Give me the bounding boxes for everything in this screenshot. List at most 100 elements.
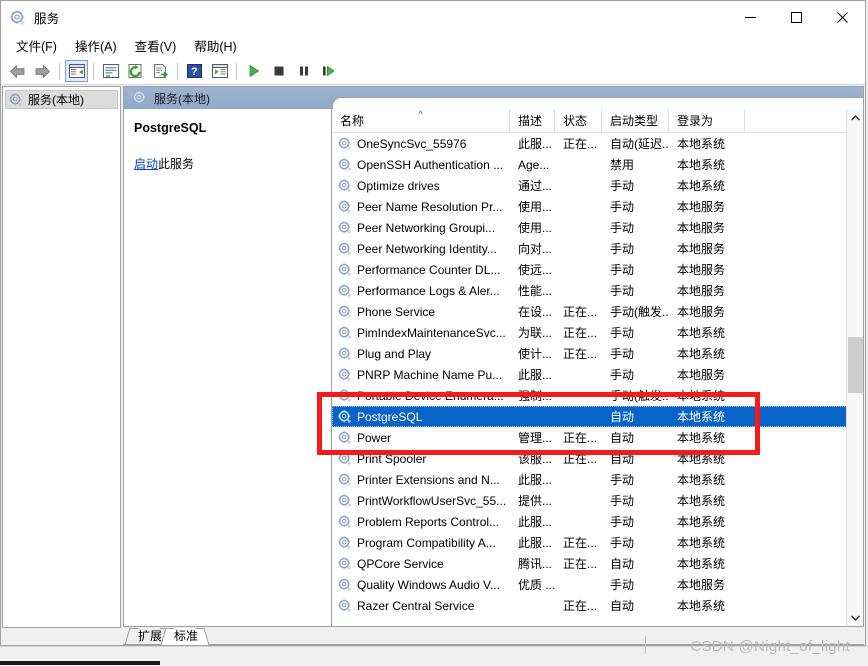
toolbar: ? [1,58,865,85]
show-hide-tree-button[interactable] [65,60,88,82]
table-row[interactable]: Phone Service 在设... 正在... 手动(触发... 本地服务 [332,301,863,322]
cell-status: 正在... [555,555,602,572]
services-gear-icon [338,556,352,571]
cell-log-on-as: 本地系统 [669,345,745,362]
table-row[interactable]: Power 管理... 正在... 自动 本地系统 [332,427,863,448]
svg-text:?: ? [191,66,198,78]
table-row[interactable]: Peer Networking Groupi... 使用... 手动 本地服务 [332,217,863,238]
services-list-rows: OneSyncSvc_55976 此服... 正在... 自动(延迟... 本地系统 Op… [332,133,863,616]
table-row[interactable]: PNRP Machine Name Pu... 此服... 手动 本地服务 [332,364,863,385]
cell-name: Razer Central Service [332,599,510,613]
table-row[interactable]: Optimize drives 通过... 手动 本地系统 [332,175,863,196]
menu-help[interactable]: 帮助(H) [185,34,245,57]
cell-startup-type: 自动 [602,408,669,425]
table-row[interactable]: QPCore Service 腾讯... 正在... 自动 本地系统 [332,553,863,574]
table-row[interactable]: Performance Logs & Aler... 性能... 手动 本地服务 [332,280,863,301]
back-button[interactable] [6,60,29,82]
forward-button[interactable] [31,60,54,82]
close-button[interactable] [819,1,865,34]
cell-log-on-as: 本地系统 [669,429,745,446]
services-gear-icon [338,388,352,403]
services-gear-icon [338,220,352,235]
pause-service-button[interactable] [292,60,315,82]
column-header-label: 状态 [563,114,588,128]
cell-log-on-as: 本地服务 [669,303,745,320]
cell-log-on-as: 本地系统 [669,156,745,173]
tree-node-services-local[interactable]: 服务(本地) [5,90,118,109]
services-gear-icon [338,325,352,340]
start-service-button[interactable] [242,60,265,82]
cell-text: Optimize drives [357,178,440,193]
export-list-button[interactable] [149,60,172,82]
table-row[interactable]: OpenSSH Authentication ... Age... 禁用 本地系统 [332,154,863,175]
cell-text: 正在... [563,431,598,445]
cell-text: 正在... [563,599,598,613]
cell-text: Program Compatibility A... [357,535,496,550]
column-status[interactable]: 状态 [555,109,602,132]
table-row[interactable]: Problem Reports Control... 此服... 手动 本地系统 [332,511,863,532]
table-row[interactable]: Peer Networking Identity... 向对... 手动 本地服务 [332,238,863,259]
cell-startup-type: 自动 [602,450,669,467]
properties-button[interactable] [99,60,122,82]
cell-name: Performance Counter DL... [332,263,510,277]
tab-standard[interactable]: 标准 [160,628,210,645]
table-row[interactable]: Printer Extensions and N... 此服... 手动 本地系统 [332,469,863,490]
cell-description: 此服... [510,135,555,152]
table-row[interactable]: Plug and Play 使计... 正在... 手动 本地系统 [332,343,863,364]
cell-text: PNRP Machine Name Pu... [357,367,503,382]
start-service-link[interactable]: 启动 [134,157,158,171]
minimize-button[interactable] [727,1,773,34]
cell-text: 本地系统 [677,158,726,172]
cell-name: Power [332,431,510,445]
cell-text: 手动 [610,179,635,193]
table-row[interactable]: Quality Windows Audio V... 优质 ... 手动 本地服务 [332,574,863,595]
column-description[interactable]: 描述 [510,109,555,132]
table-row[interactable]: Performance Counter DL... 使远... 手动 本地服务 [332,259,863,280]
menu-action[interactable]: 操作(A) [66,34,126,57]
table-row[interactable]: PimIndexMaintenanceSvc... 为联... 正在... 手动 本地系… [332,322,863,343]
column-name[interactable]: 名称 ^ [332,109,510,132]
table-row[interactable]: Peer Name Resolution Pr... 使用... 手动 本地服务 [332,196,863,217]
cell-log-on-as: 本地服务 [669,576,745,593]
cell-text: 自动 [610,452,635,466]
table-row[interactable]: OneSyncSvc_55976 此服... 正在... 自动(延迟... 本地系统 [332,133,863,154]
menu-view[interactable]: 查看(V) [126,34,186,57]
table-row[interactable]: Razer Central Service 正在... 自动 本地系统 [332,595,863,616]
cell-startup-type: 手动 [602,177,669,194]
table-row[interactable]: PrintWorkflowUserSvc_55... 提供... 手动 本地系统 [332,490,863,511]
column-log-on-as[interactable]: 登录为 [669,109,745,132]
scroll-down-button[interactable] [847,609,864,626]
vertical-scrollbar[interactable] [846,109,863,626]
help-button[interactable]: ? [183,60,206,82]
refresh-button[interactable] [124,60,147,82]
cell-startup-type: 手动 [602,240,669,257]
table-row[interactable]: Program Compatibility A... 此服... 正在... 手动 本地… [332,532,863,553]
tab-label: 扩展 [138,629,163,643]
cell-description: 此服... [510,513,555,530]
table-row-selected[interactable]: PostgreSQL 自动 本地系统 [332,406,863,427]
cell-text: 此服... [518,515,553,529]
restart-service-button[interactable] [317,60,340,82]
cell-text: 本地服务 [677,221,726,235]
table-row[interactable]: Print Spooler 该服... 正在... 自动 本地系统 [332,448,863,469]
cell-log-on-as: 本地系统 [669,513,745,530]
scrollbar-thumb[interactable] [848,337,863,393]
cell-name: QPCore Service [332,557,510,571]
cell-text: 正在... [563,536,598,550]
stop-service-button[interactable] [267,60,290,82]
cell-status: 正在... [555,429,602,446]
maximize-button[interactable] [773,1,819,34]
cell-text: PrintWorkflowUserSvc_55... [357,493,507,508]
toolbar-separator [59,62,60,80]
cell-startup-type: 自动(延迟... [602,135,669,152]
table-row[interactable]: Portable Device Enumera... 强制... 手动(触发... 本… [332,385,863,406]
menu-bar: 文件(F) 操作(A) 查看(V) 帮助(H) [1,34,865,58]
show-action-pane-button[interactable] [208,60,231,82]
menu-file[interactable]: 文件(F) [7,34,66,57]
cell-startup-type: 手动 [602,219,669,236]
cell-name: PostgreSQL [332,410,510,424]
services-gear-icon [338,451,352,466]
scroll-up-button[interactable] [847,109,864,126]
cell-log-on-as: 本地系统 [669,408,745,425]
column-startup-type[interactable]: 启动类型 [602,109,669,132]
